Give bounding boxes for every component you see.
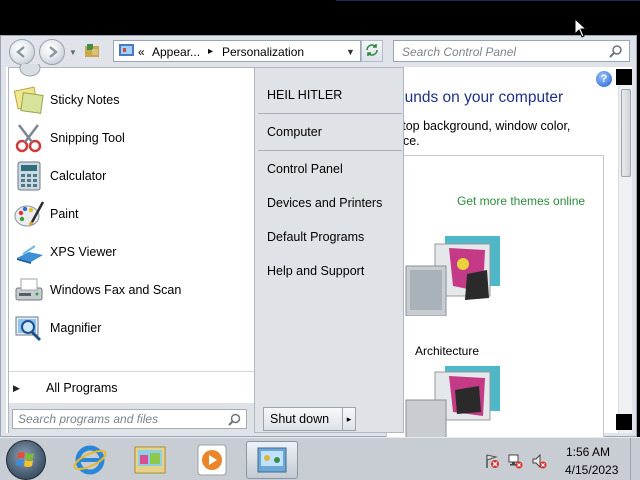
program-label: Calculator <box>50 169 107 183</box>
page-heading: ounds on your computer <box>396 89 564 106</box>
program-label: Sticky Notes <box>50 93 120 107</box>
program-sticky-notes[interactable]: Sticky Notes <box>9 82 254 120</box>
address-bar[interactable]: « Appear... ▸ Personalization ▼ <box>113 40 361 62</box>
search-placeholder: Search Control Panel <box>402 45 517 59</box>
themes-list: Get more themes online Architecture <box>386 155 604 455</box>
black-marker-top <box>616 69 632 85</box>
program-xps-viewer[interactable]: XPS Viewer <box>9 234 254 272</box>
help-and-support-link[interactable]: Help and Support <box>267 264 364 278</box>
action-center-flag-icon[interactable] <box>484 453 500 469</box>
control-panel-small-icon <box>85 44 99 57</box>
forward-button[interactable] <box>39 39 65 65</box>
windows-explorer-icon <box>134 446 166 474</box>
program-label: Windows Fax and Scan <box>50 283 182 297</box>
internet-explorer-icon <box>73 445 107 475</box>
paint-icon <box>14 201 45 227</box>
default-programs-link[interactable]: Default Programs <box>267 230 364 244</box>
recent-pages-dropdown[interactable]: ▼ <box>69 48 77 57</box>
program-snipping-tool[interactable]: Snipping Tool <box>9 120 254 158</box>
xps-viewer-icon <box>17 245 43 264</box>
architecture-theme-thumbnail[interactable] <box>405 236 505 316</box>
expand-arrow-icon: ▶ <box>13 383 20 393</box>
separator <box>258 113 402 114</box>
address-folder-icon <box>119 44 134 56</box>
search-icon[interactable] <box>609 44 623 58</box>
snipping-tool-icon <box>15 124 42 153</box>
control-panel-search-input[interactable]: Search Control Panel <box>393 40 630 62</box>
breadcrumb-personalization[interactable]: Personalization <box>222 45 304 59</box>
start-menu-search-area: Search programs and files <box>9 403 256 434</box>
start-search-input[interactable]: Search programs and files <box>12 409 247 429</box>
program-label: Paint <box>50 207 79 221</box>
calculator-icon <box>17 161 41 191</box>
help-icon[interactable]: ? <box>596 71 612 87</box>
address-dropdown-icon[interactable]: ▼ <box>346 47 355 57</box>
all-programs-button[interactable]: ▶ All Programs <box>9 378 254 398</box>
user-folder-link[interactable]: HEIL HITLER <box>267 88 342 102</box>
program-windows-fax-and-scan[interactable]: Windows Fax and Scan <box>9 272 254 310</box>
black-marker-bottom <box>616 414 632 430</box>
network-icon[interactable] <box>507 453 523 469</box>
partial-program-icon <box>19 64 41 77</box>
start-menu-programs-pane: Sticky Notes Snipping Tool Calculator Pa… <box>8 64 256 434</box>
sticky-notes-icon <box>13 86 44 114</box>
breadcrumb-separator[interactable]: ▸ <box>208 46 213 57</box>
address-prefix: « <box>138 45 145 59</box>
media-player-icon <box>197 444 227 476</box>
windows-logo-icon <box>16 452 34 467</box>
navigation-bar: ▼ « Appear... ▸ Personalization ▼ Search… <box>5 38 633 65</box>
program-paint[interactable]: Paint <box>9 196 254 234</box>
search-placeholder: Search programs and files <box>18 412 159 426</box>
start-button[interactable] <box>6 440 46 480</box>
mouse-cursor-icon <box>574 18 588 38</box>
taskbar-control-panel[interactable] <box>246 441 298 479</box>
architecture-theme-label[interactable]: Architecture <box>415 344 479 358</box>
program-label: Magnifier <box>50 321 102 335</box>
shut-down-options-button[interactable]: ▸ <box>342 407 356 431</box>
all-programs-label: All Programs <box>46 381 118 395</box>
taskbar-media-player[interactable] <box>186 441 238 479</box>
taskbar: 1:56 AM 4/15/2023 <box>0 437 640 480</box>
control-panel-link[interactable]: Control Panel <box>267 162 343 176</box>
start-menu-places-pane: HEIL HITLER Computer Control Panel Devic… <box>254 67 404 433</box>
second-theme-thumbnail[interactable] <box>405 366 505 446</box>
back-arrow-icon <box>16 46 25 58</box>
fax-scan-icon <box>15 278 43 301</box>
taskbar-windows-explorer[interactable] <box>124 441 176 479</box>
volume-icon[interactable] <box>531 453 547 469</box>
desktop-top-strip <box>336 0 640 1</box>
separator <box>258 150 402 151</box>
clock-date[interactable]: 4/15/2023 <box>565 463 618 477</box>
page-description: ctop background, window color, <box>396 119 571 133</box>
taskbar-internet-explorer[interactable] <box>64 441 116 479</box>
search-icon <box>228 413 241 426</box>
forward-arrow-icon <box>49 46 58 58</box>
program-label: Snipping Tool <box>50 131 125 145</box>
program-calculator[interactable]: Calculator <box>9 158 254 196</box>
devices-and-printers-link[interactable]: Devices and Printers <box>267 196 382 210</box>
refresh-button[interactable] <box>361 40 383 62</box>
computer-link[interactable]: Computer <box>267 125 322 139</box>
scrollbar-thumb[interactable] <box>621 89 631 177</box>
separator <box>9 371 254 372</box>
clock-time[interactable]: 1:56 AM <box>566 445 610 459</box>
back-button[interactable] <box>9 39 35 65</box>
show-desktop-button[interactable] <box>630 438 640 480</box>
shut-down-button[interactable]: Shut down <box>263 407 343 431</box>
get-more-themes-link[interactable]: Get more themes online <box>457 194 585 208</box>
control-panel-icon <box>257 447 287 473</box>
program-magnifier[interactable]: Magnifier <box>9 310 254 348</box>
start-menu: Sticky Notes Snipping Tool Calculator Pa… <box>8 64 404 434</box>
program-label: XPS Viewer <box>50 245 117 259</box>
breadcrumb-appearance[interactable]: Appear... <box>152 45 200 59</box>
refresh-icon <box>366 44 378 56</box>
vertical-scrollbar[interactable] <box>618 85 632 433</box>
magnifier-icon <box>15 316 42 342</box>
